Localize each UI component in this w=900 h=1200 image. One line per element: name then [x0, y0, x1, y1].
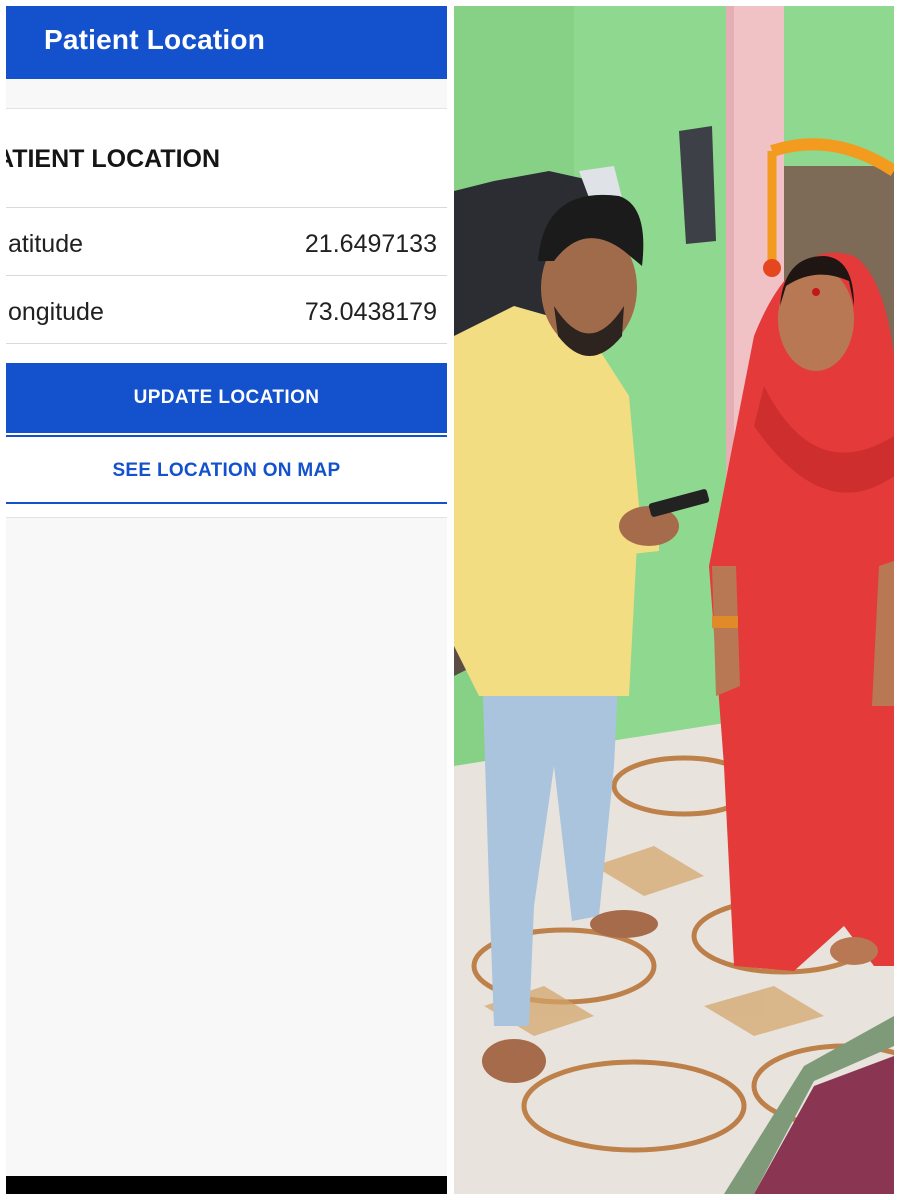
- update-location-button[interactable]: UPDATE LOCATION: [6, 363, 447, 437]
- app-screenshot: Patient Location ATIENT LOCATION .atitud…: [6, 6, 447, 1194]
- woman-arm: [712, 566, 740, 696]
- longitude-label: .ongitude: [6, 298, 104, 326]
- app-bar: Patient Location: [6, 6, 447, 79]
- see-location-on-map-button[interactable]: SEE LOCATION ON MAP: [6, 439, 447, 503]
- divider: [6, 275, 447, 276]
- map-button-underline: [6, 502, 447, 504]
- foot: [482, 1039, 546, 1083]
- location-card: ATIENT LOCATION .atitude 21.6497133 .ong…: [6, 108, 447, 518]
- foot: [590, 910, 658, 938]
- divider: [6, 207, 447, 208]
- divider: [6, 343, 447, 344]
- app-title: Patient Location: [44, 24, 265, 55]
- latitude-label: .atitude: [6, 230, 84, 258]
- bangles: [712, 616, 738, 628]
- field-photo: [454, 6, 894, 1194]
- latitude-value: 21.6497133: [304, 230, 437, 258]
- garland-flower: [763, 259, 781, 277]
- woman-foot: [830, 937, 878, 965]
- longitude-value: 73.0438179: [304, 298, 437, 326]
- system-nav-bar: [6, 1176, 447, 1194]
- bindi: [812, 288, 820, 296]
- photo-illustration: [454, 6, 894, 1194]
- card-header: ATIENT LOCATION: [6, 145, 221, 173]
